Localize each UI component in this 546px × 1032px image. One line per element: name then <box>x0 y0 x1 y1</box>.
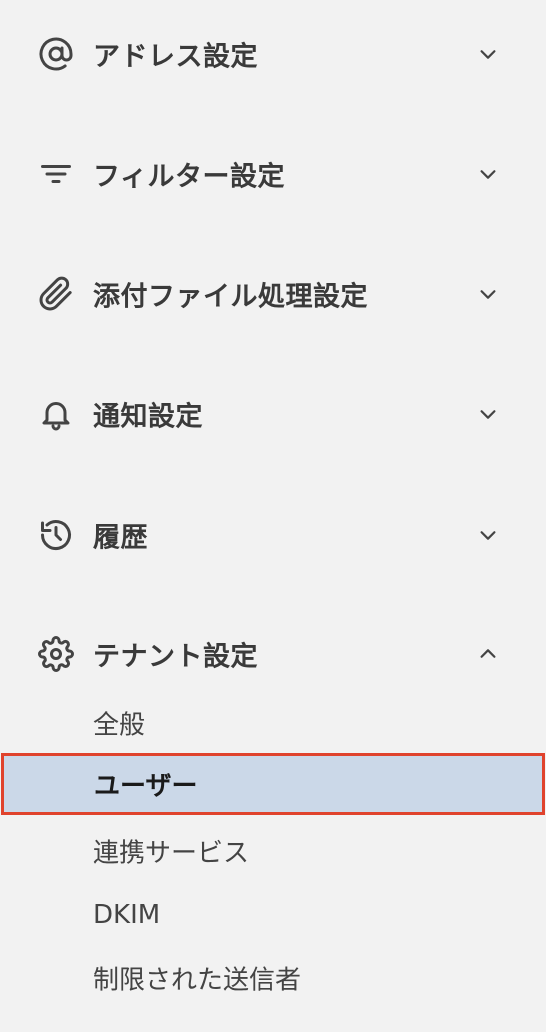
tenant-item-users[interactable]: ユーザー <box>1 753 545 815</box>
tenant-item-label: 連携サービス <box>93 838 250 869</box>
at-icon <box>38 36 74 72</box>
section-filter-settings[interactable]: フィルター設定 <box>0 144 546 204</box>
tenant-item-integrations[interactable]: 連携サービス <box>0 820 546 882</box>
tenant-item-label: DKIM <box>93 900 161 930</box>
section-label: アドレス設定 <box>93 41 258 73</box>
chevron-down-icon[interactable] <box>474 160 502 188</box>
paperclip-icon <box>38 276 74 312</box>
filter-icon <box>38 156 74 192</box>
history-icon <box>38 517 74 553</box>
gear-icon <box>38 636 74 672</box>
section-notification-settings[interactable]: 通知設定 <box>0 384 546 444</box>
bell-icon <box>38 396 74 432</box>
section-label: 通知設定 <box>93 401 203 433</box>
chevron-up-icon[interactable] <box>474 640 502 668</box>
chevron-down-icon[interactable] <box>474 280 502 308</box>
tenant-item-dkim[interactable]: DKIM <box>0 884 546 946</box>
tenant-item-general[interactable]: 全般 <box>0 692 546 754</box>
chevron-down-icon[interactable] <box>474 521 502 549</box>
section-address-settings[interactable]: アドレス設定 <box>0 24 546 84</box>
section-tenant-settings[interactable]: テナント設定 <box>0 624 546 684</box>
section-label: 履歴 <box>93 522 148 554</box>
section-label: フィルター設定 <box>93 161 285 193</box>
tenant-item-restricted-senders[interactable]: 制限された送信者 <box>0 947 546 1009</box>
section-history[interactable]: 履歴 <box>0 505 546 565</box>
section-attachment-settings[interactable]: 添付ファイル処理設定 <box>0 264 546 324</box>
tenant-item-label: ユーザー <box>94 771 198 802</box>
chevron-down-icon[interactable] <box>474 400 502 428</box>
tenant-item-label: 全般 <box>93 710 146 741</box>
settings-sidebar: アドレス設定 フィルター設定 添付ファイル処理設定 通知設定 履歴 テナント設定… <box>0 0 546 1032</box>
tenant-item-label: 制限された送信者 <box>93 965 302 996</box>
section-label: 添付ファイル処理設定 <box>93 281 368 313</box>
section-label: テナント設定 <box>93 641 258 673</box>
chevron-down-icon[interactable] <box>474 40 502 68</box>
